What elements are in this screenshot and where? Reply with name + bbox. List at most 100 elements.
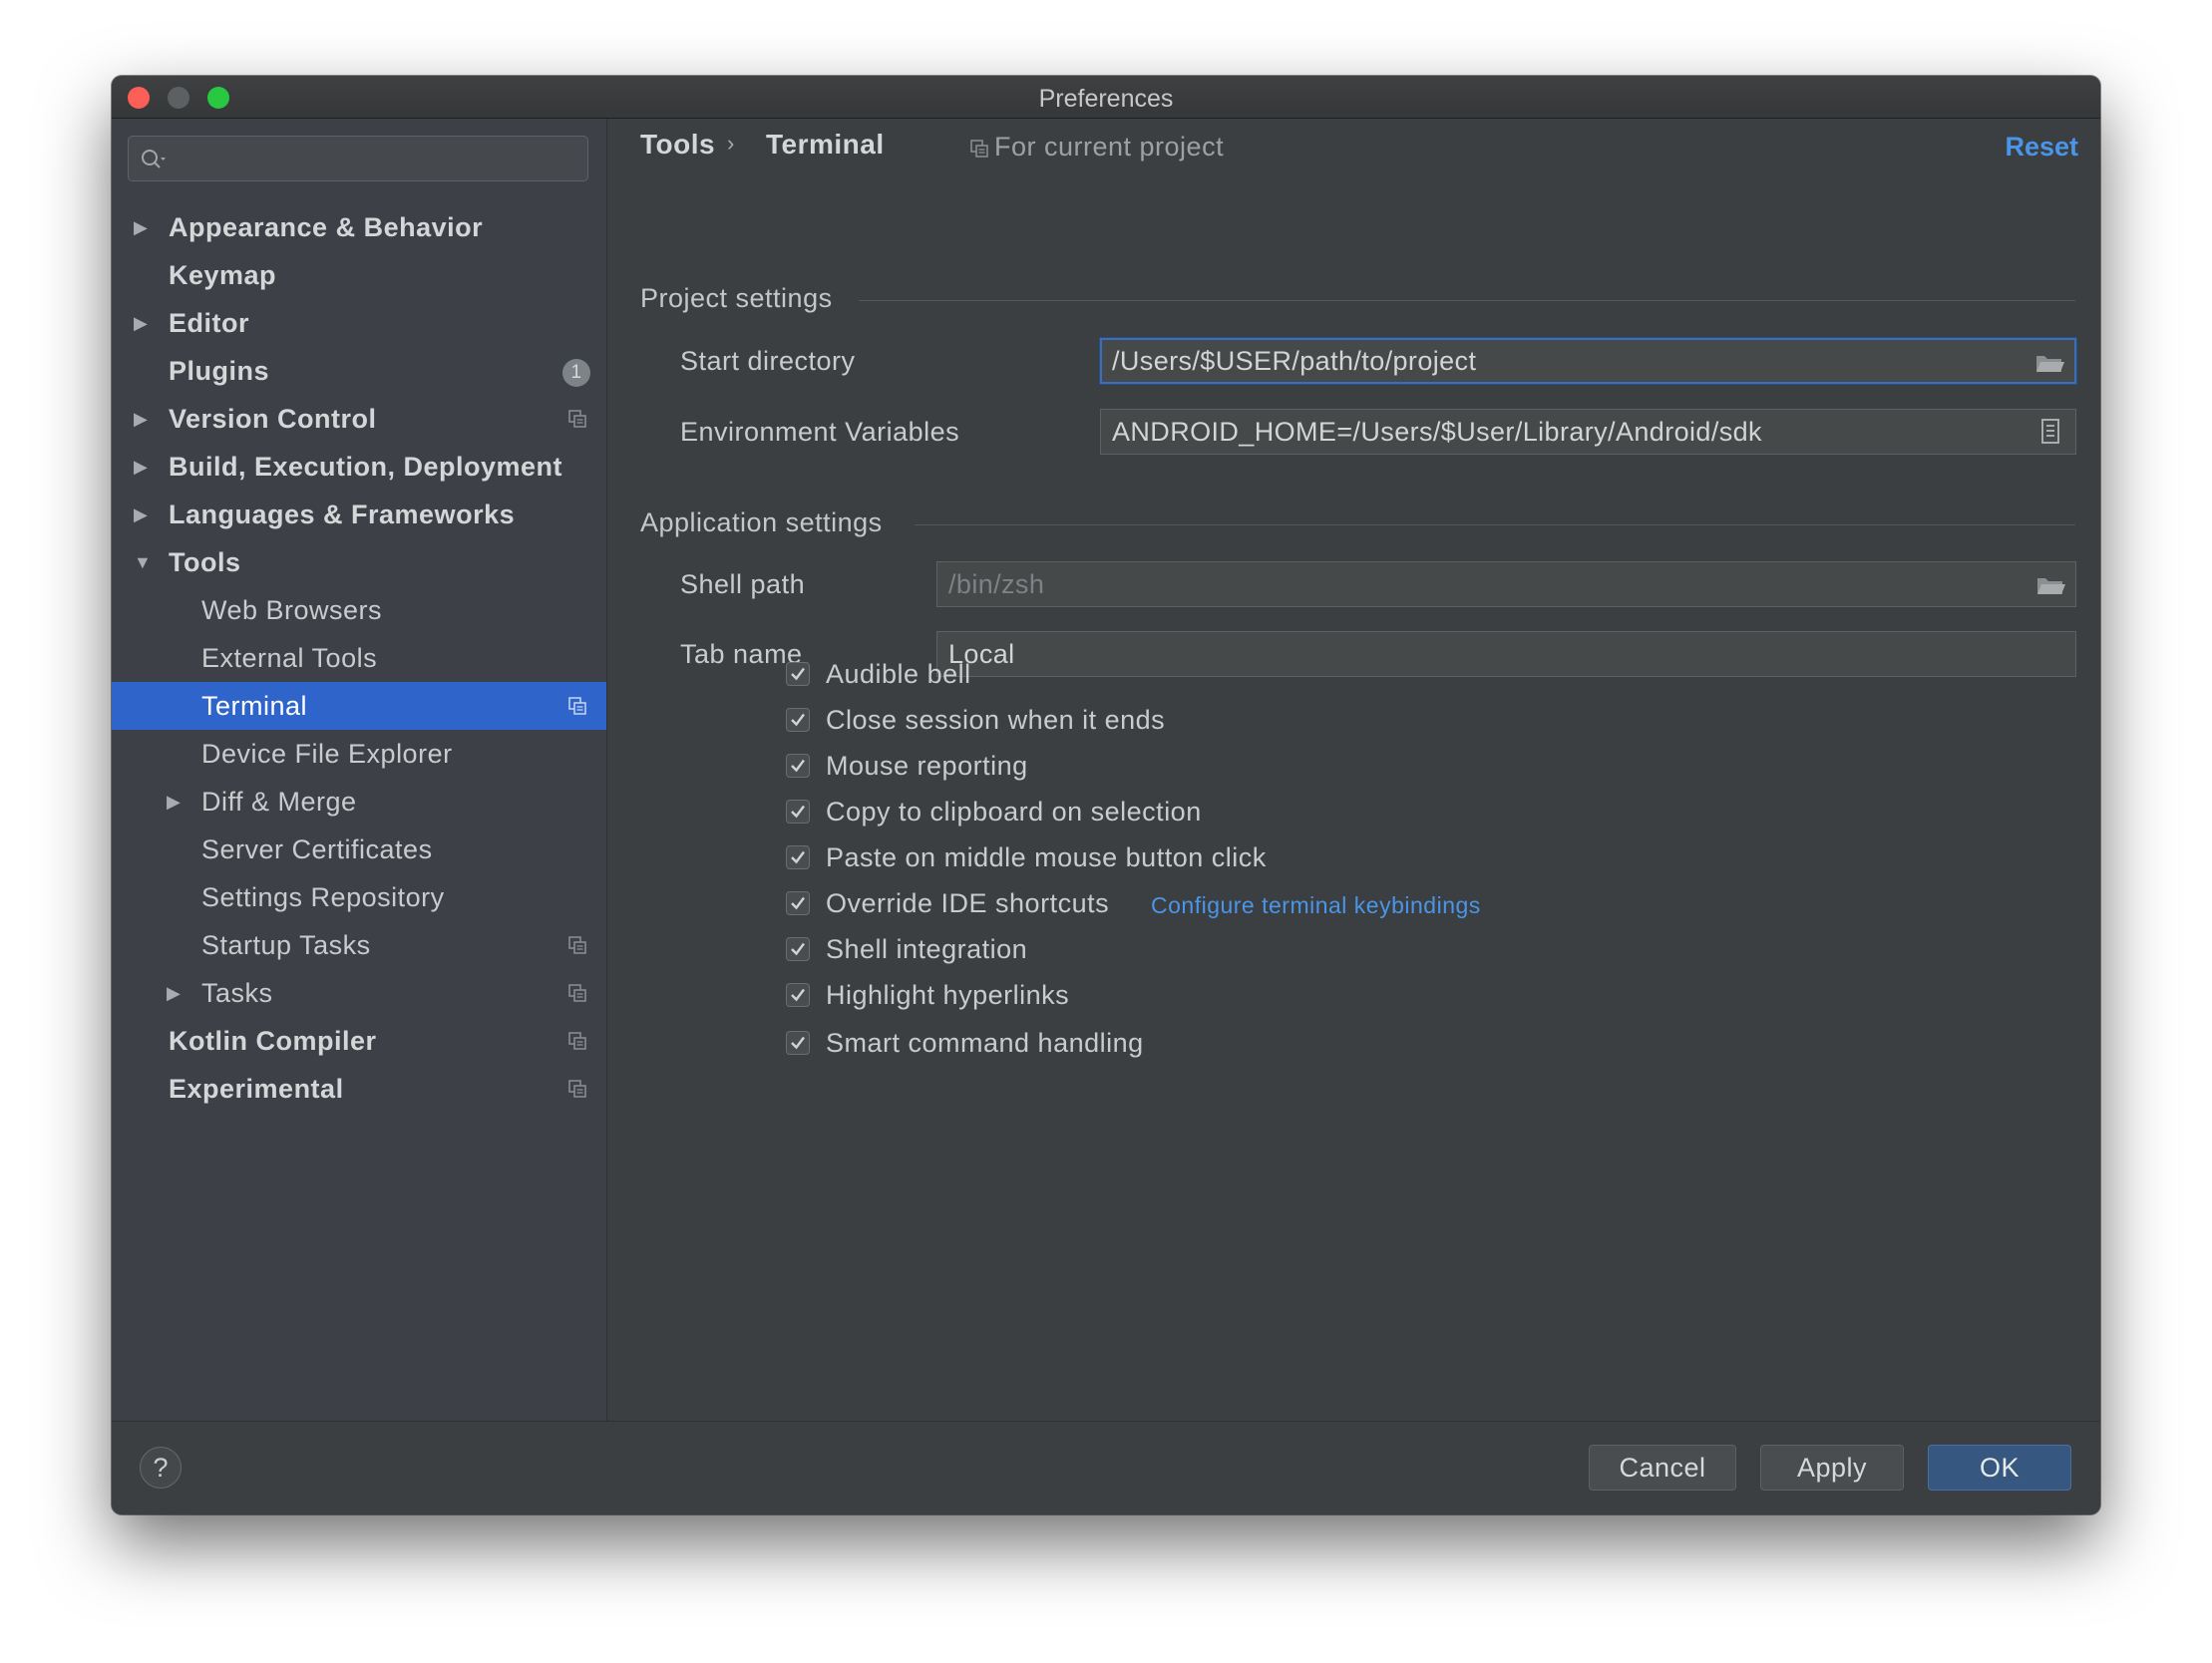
checkbox[interactable] <box>786 800 810 824</box>
sidebar-item-label: Diff & Merge <box>201 787 357 817</box>
apply-button[interactable]: Apply <box>1760 1445 1904 1491</box>
sidebar-item-label: Tasks <box>201 978 273 1008</box>
checkbox[interactable] <box>786 983 810 1007</box>
checkbox[interactable] <box>786 708 810 732</box>
sidebar-item-label: Keymap <box>169 260 277 290</box>
expand-arrow-icon[interactable]: ▶ <box>167 778 186 826</box>
expand-arrow-icon[interactable]: ▶ <box>134 203 154 251</box>
shell-path-label: Shell path <box>680 569 806 599</box>
sidebar-item-tools[interactable]: ▼ Tools <box>112 538 606 586</box>
sidebar-item-label: Languages & Frameworks <box>169 499 516 529</box>
search-icon <box>142 150 166 168</box>
checkbox-label: Close session when it ends <box>826 705 1166 735</box>
sidebar-item-diff-merge[interactable]: ▶ Diff & Merge <box>112 778 606 826</box>
checkmark-icon <box>791 667 805 681</box>
sidebar-item-label: Version Control <box>169 404 377 434</box>
scope-indicator: For current project <box>970 132 1224 163</box>
sidebar-item-label: Device File Explorer <box>201 739 453 769</box>
checkmark-icon <box>791 1036 805 1050</box>
checkbox-label: Shell integration <box>826 934 1028 964</box>
application-settings-heading: Application settings <box>640 507 883 537</box>
sidebar-item-external-tools[interactable]: External Tools <box>112 634 606 682</box>
reset-link[interactable]: Reset <box>2005 132 2078 163</box>
cancel-button[interactable]: Cancel <box>1589 1445 1736 1491</box>
breadcrumb-separator: › <box>727 131 735 156</box>
settings-search-input[interactable] <box>128 136 588 181</box>
sidebar-item-editor[interactable]: ▶ Editor <box>112 299 606 347</box>
environment-variables-label: Environment Variables <box>680 417 960 447</box>
collapse-arrow-icon[interactable]: ▼ <box>134 538 154 586</box>
sidebar-item-experimental[interactable]: Experimental <box>112 1065 606 1113</box>
preferences-window: Preferences ▶ Appearance & Behavior Keym… <box>112 76 2100 1514</box>
tab-name-input[interactable]: Local <box>936 631 2076 677</box>
breadcrumb-parent[interactable]: Tools <box>640 129 715 161</box>
sidebar-item-build-execution-deployment[interactable]: ▶ Build, Execution, Deployment <box>112 443 606 491</box>
sidebar-item-languages-frameworks[interactable]: ▶ Languages & Frameworks <box>112 491 606 538</box>
start-directory-input[interactable]: /Users/$USER/path/to/project <box>1100 338 2076 384</box>
project-scope-icon <box>568 1032 586 1050</box>
sidebar-item-settings-repository[interactable]: Settings Repository <box>112 873 606 921</box>
checkbox[interactable] <box>786 891 810 915</box>
section-divider <box>915 524 2075 525</box>
sidebar-item-web-browsers[interactable]: Web Browsers <box>112 586 606 634</box>
title-bar: Preferences <box>112 76 2100 119</box>
checkbox-label: Copy to clipboard on selection <box>826 797 1202 827</box>
checkmark-icon <box>791 713 805 727</box>
folder-browse-icon[interactable] <box>2035 574 2065 596</box>
environment-variables-input[interactable]: ANDROID_HOME=/Users/$User/Library/Androi… <box>1100 409 2076 455</box>
sidebar-item-device-file-explorer[interactable]: Device File Explorer <box>112 730 606 778</box>
checkbox[interactable] <box>786 1031 810 1055</box>
scope-label: For current project <box>994 132 1225 162</box>
tab-name-label: Tab name <box>680 639 803 669</box>
checkbox[interactable] <box>786 845 810 869</box>
checkmark-icon <box>791 896 805 910</box>
shell-path-input[interactable]: /bin/zsh <box>936 561 2076 607</box>
environment-variables-value: ANDROID_HOME=/Users/$User/Library/Androi… <box>1112 417 1762 447</box>
checkbox[interactable] <box>786 937 810 961</box>
checkmark-icon <box>791 850 805 864</box>
sidebar-item-label: Plugins <box>169 356 270 386</box>
help-button[interactable]: ? <box>140 1447 182 1489</box>
sidebar-item-terminal[interactable]: Terminal <box>112 682 606 730</box>
sidebar-item-label: Tools <box>169 547 241 577</box>
sidebar-item-tasks[interactable]: ▶ Tasks <box>112 969 606 1017</box>
project-scope-icon <box>568 984 586 1002</box>
section-divider <box>859 300 2075 301</box>
project-scope-icon <box>568 936 586 954</box>
edit-variables-icon[interactable] <box>2039 419 2061 445</box>
checkbox-label: Override IDE shortcuts <box>826 888 1110 918</box>
expand-arrow-icon[interactable]: ▶ <box>134 491 154 538</box>
expand-arrow-icon[interactable]: ▶ <box>134 395 154 443</box>
sidebar-item-label: Settings Repository <box>201 882 445 912</box>
sidebar-item-keymap[interactable]: Keymap <box>112 251 606 299</box>
sidebar-item-startup-tasks[interactable]: Startup Tasks <box>112 921 606 969</box>
shell-path-value: /bin/zsh <box>948 569 1045 599</box>
checkbox[interactable] <box>786 662 810 686</box>
sidebar-item-kotlin-compiler[interactable]: Kotlin Compiler <box>112 1017 606 1065</box>
dialog-footer: ? Cancel Apply OK <box>112 1421 2100 1514</box>
expand-arrow-icon[interactable]: ▶ <box>134 299 154 347</box>
plugins-update-badge: 1 <box>562 359 590 387</box>
sidebar-item-plugins[interactable]: Plugins 1 <box>112 347 606 395</box>
sidebar-item-label: Web Browsers <box>201 595 383 625</box>
folder-browse-icon[interactable] <box>2034 352 2064 374</box>
expand-arrow-icon[interactable]: ▶ <box>134 443 154 491</box>
checkbox-label: Mouse reporting <box>826 751 1028 781</box>
sidebar-item-version-control[interactable]: ▶ Version Control <box>112 395 606 443</box>
sidebar-item-server-certificates[interactable]: Server Certificates <box>112 826 606 873</box>
checkbox-label: Paste on middle mouse button click <box>826 842 1267 872</box>
sidebar-item-label: Kotlin Compiler <box>169 1026 377 1056</box>
ok-button[interactable]: OK <box>1928 1445 2071 1491</box>
configure-keybindings-link[interactable]: Configure terminal keybindings <box>1151 887 1481 923</box>
checkbox[interactable] <box>786 754 810 778</box>
checkbox-label: Audible bell <box>826 659 971 689</box>
project-scope-icon <box>568 697 586 715</box>
sidebar-item-label: External Tools <box>201 643 378 673</box>
expand-arrow-icon[interactable]: ▶ <box>167 969 186 1017</box>
project-settings-heading: Project settings <box>640 283 833 313</box>
checkbox-label: Smart command handling <box>826 1028 1144 1058</box>
start-directory-label: Start directory <box>680 346 856 376</box>
sidebar-item-appearance-behavior[interactable]: ▶ Appearance & Behavior <box>112 203 606 251</box>
checkmark-icon <box>791 805 805 819</box>
project-scope-icon <box>568 1080 586 1098</box>
